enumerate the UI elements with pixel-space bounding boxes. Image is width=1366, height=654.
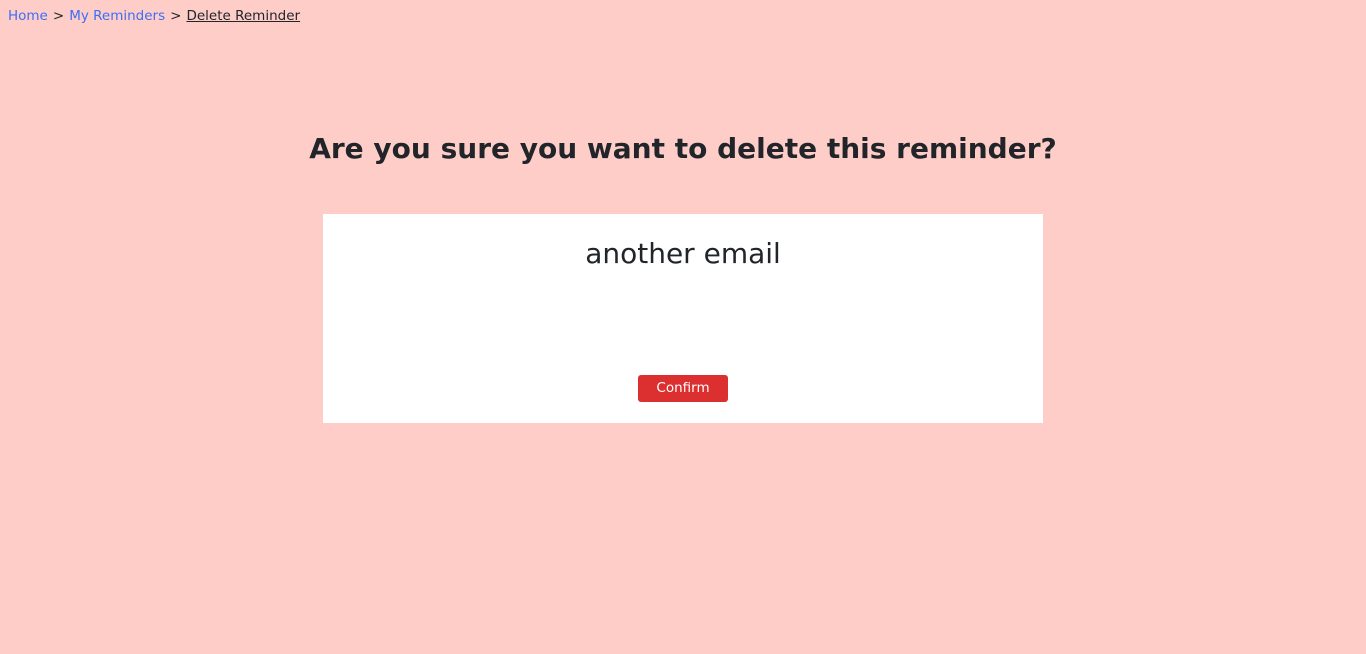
breadcrumb: Home > My Reminders > Delete Reminder	[8, 7, 300, 25]
reminder-title: another email	[585, 237, 781, 270]
reminder-card: another email Confirm	[323, 214, 1043, 423]
breadcrumb-home-link[interactable]: Home	[8, 8, 48, 24]
breadcrumb-current-delete-reminder: Delete Reminder	[186, 8, 301, 24]
confirm-button[interactable]: Confirm	[638, 375, 728, 402]
breadcrumb-separator: >	[52, 8, 65, 24]
breadcrumb-separator: >	[170, 8, 182, 24]
breadcrumb-my-reminders-link[interactable]: My Reminders	[69, 8, 165, 24]
page-title: Are you sure you want to delete this rem…	[309, 132, 1057, 165]
